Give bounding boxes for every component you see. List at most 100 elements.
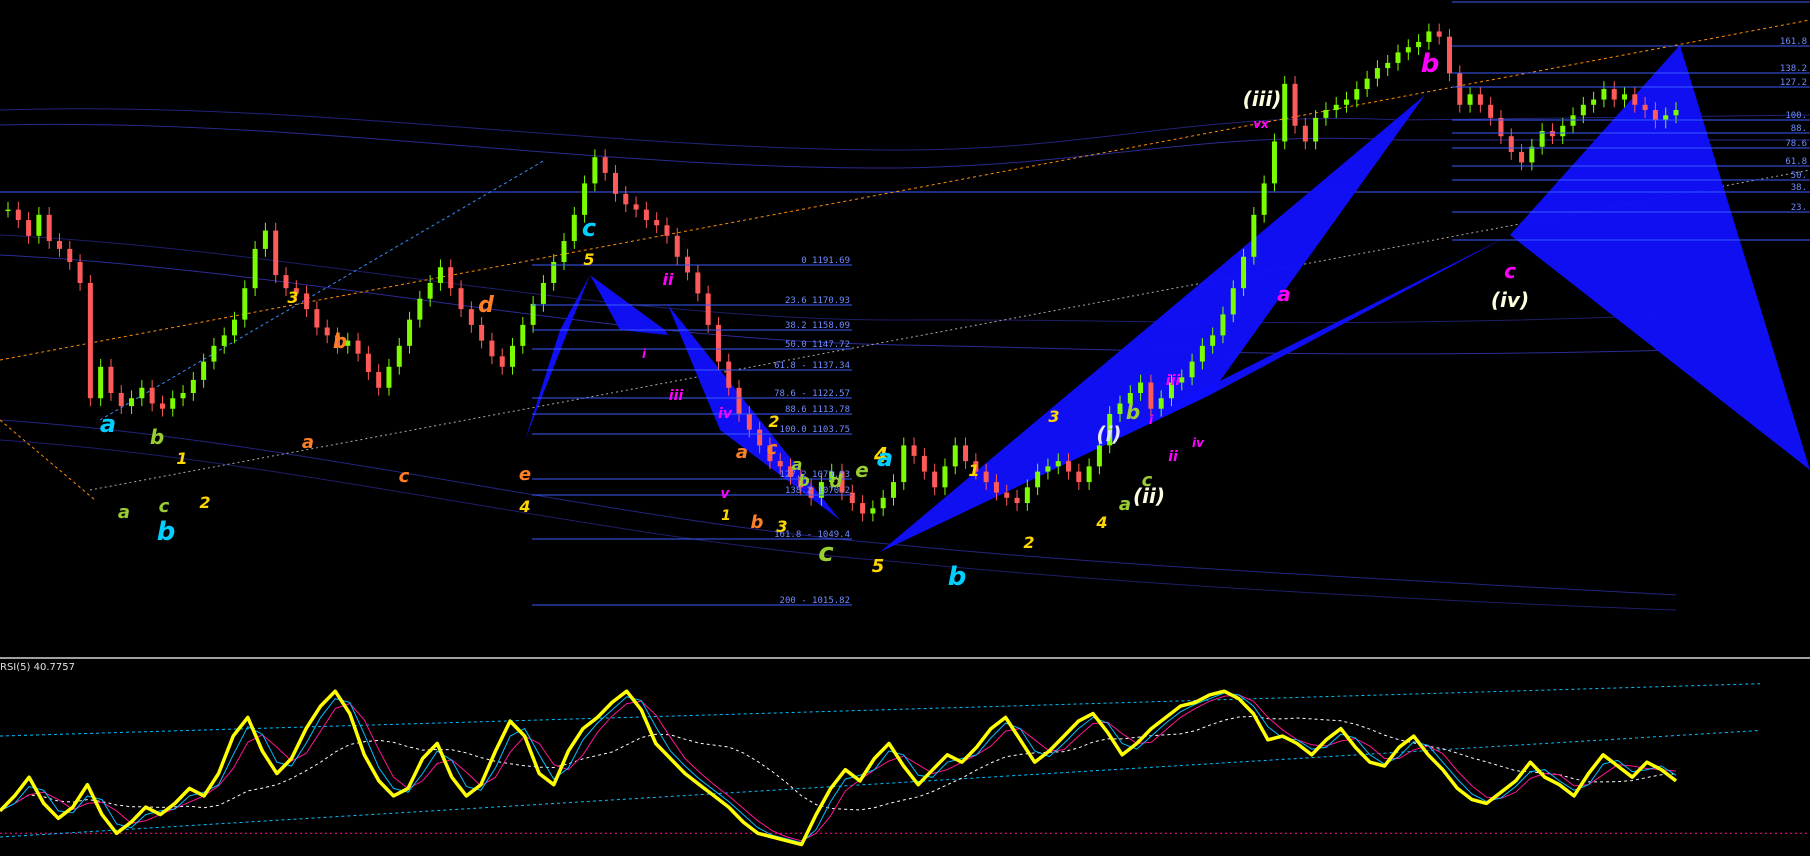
candle-body (633, 204, 639, 210)
candle-body (211, 345, 217, 362)
candle-body (1374, 68, 1380, 79)
candle (633, 196, 639, 218)
candle (602, 149, 608, 181)
candle (674, 227, 680, 265)
candle-body (396, 345, 402, 367)
candle-body (1580, 104, 1586, 116)
candle-body (1477, 94, 1483, 105)
candle (1364, 70, 1370, 97)
candle (1488, 96, 1494, 126)
candle-body (571, 214, 577, 242)
wave-label: 4 (1095, 513, 1107, 532)
wave-label: 3 (1048, 407, 1059, 426)
candle (1086, 458, 1092, 490)
candle-body (324, 327, 330, 336)
rsi-ma-line-2 (0, 692, 1677, 844)
candle (623, 186, 629, 213)
rsi-signal-line (0, 715, 1677, 812)
candle-body (932, 471, 938, 488)
wave-label: (iii) (1243, 87, 1282, 111)
candle (1261, 175, 1267, 223)
candle (26, 212, 32, 244)
wave-label: e (855, 458, 869, 482)
candle-body (314, 309, 320, 328)
candle (1580, 96, 1586, 124)
candle (489, 332, 495, 365)
wave-label: 4 (518, 497, 530, 516)
candle-body (1436, 31, 1442, 37)
envelope-line (0, 439, 1677, 611)
fib-label: 38.2 1158.09 (785, 321, 850, 331)
wave-label: b (798, 471, 809, 490)
candle (221, 327, 227, 354)
candle-body (1199, 345, 1205, 362)
candle-body (1467, 94, 1473, 105)
wave-label: c (399, 466, 410, 487)
candle-body (983, 471, 989, 483)
candle-body (1385, 62, 1391, 69)
candle-body (67, 248, 73, 262)
candle (1622, 86, 1628, 108)
candle-body (1292, 83, 1298, 126)
candle-body (870, 508, 876, 514)
candle (1323, 102, 1329, 126)
candle-body (736, 387, 742, 414)
wave-label: 1 (176, 449, 187, 468)
candle (324, 319, 330, 344)
wave-label: b (1421, 49, 1440, 79)
candle (273, 222, 279, 283)
candle (46, 206, 52, 249)
candle-body (602, 157, 608, 173)
candle (407, 311, 413, 354)
envelope-line (0, 108, 1810, 151)
candle-body (1323, 110, 1329, 118)
candle (67, 241, 73, 270)
candle-body (1611, 89, 1617, 100)
candle-body (592, 157, 598, 184)
candle (376, 364, 382, 396)
candle (1591, 91, 1597, 113)
candle (108, 358, 114, 401)
wave-label: 5 (583, 250, 594, 269)
fib-label: 50.0 1147.72 (785, 340, 850, 350)
wave-label: c (818, 538, 834, 568)
candle (932, 463, 938, 496)
candle-body (221, 335, 227, 346)
candle-body (530, 303, 536, 325)
candle (1446, 28, 1452, 82)
candle-body (1076, 471, 1082, 483)
candle-body (1416, 41, 1422, 48)
wave-label: a (877, 444, 893, 472)
candle (901, 437, 907, 490)
candle-body (139, 387, 145, 399)
candle-body (1035, 471, 1041, 488)
candle (499, 348, 505, 375)
wave-label: iv (1192, 436, 1205, 450)
candle-body (417, 298, 423, 320)
candle-body (901, 445, 907, 483)
trendline-left (0, 419, 96, 501)
candle (190, 372, 196, 401)
candle-body (1622, 94, 1628, 100)
candle-body (1529, 146, 1535, 163)
candle (1302, 117, 1308, 150)
fib-label: 88.6 1113.78 (785, 405, 850, 415)
candle (98, 358, 104, 407)
wave-label: ii (1168, 449, 1178, 465)
candle-body (993, 482, 999, 493)
candle (1344, 91, 1350, 113)
wave-label: c (1504, 259, 1516, 283)
candle-body (87, 282, 93, 399)
candle-body (674, 235, 680, 257)
wave-label: vx (1253, 117, 1270, 131)
candle-body (880, 497, 886, 509)
candle-body (757, 429, 763, 446)
candle-body (386, 366, 392, 388)
candle-body (159, 403, 165, 409)
candle (1611, 81, 1617, 108)
candle (149, 379, 155, 412)
candle-body (1549, 131, 1555, 137)
wave-label: 2 (1023, 533, 1034, 552)
wave-label: c (1142, 470, 1153, 491)
rsi-ma-line-1 (0, 694, 1677, 842)
